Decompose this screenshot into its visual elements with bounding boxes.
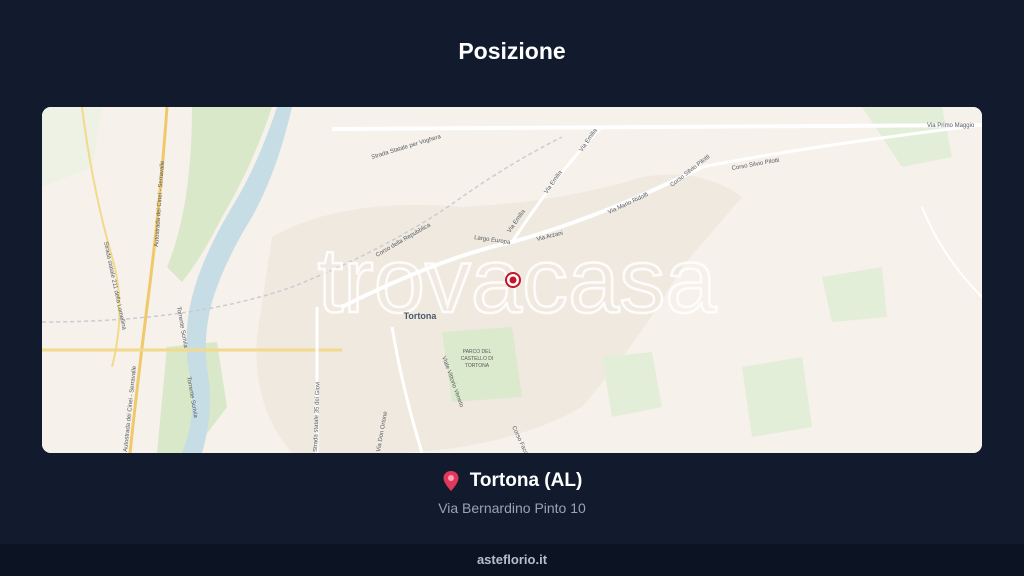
map-marker-icon[interactable] (505, 272, 521, 288)
location-name: Tortona (AL) (469, 470, 583, 491)
park-label: TORTONA (465, 363, 490, 369)
map-canvas[interactable]: trovacasa Strada Statale per Voghera Cor… (42, 107, 982, 453)
location-address: Via Bernardino Pinto 10 (438, 500, 586, 516)
road-label: Via Primo Maggio (927, 123, 975, 129)
green-area (602, 352, 662, 417)
map-view[interactable]: trovacasa Strada Statale per Voghera Cor… (42, 107, 982, 453)
footer-site: asteflorio.it (476, 552, 548, 567)
park-label: PARCO DEL (463, 349, 492, 355)
pin-icon (443, 471, 459, 491)
location-heading: Tortona (AL) (0, 470, 1024, 492)
page-title: Posizione (458, 38, 566, 64)
park-label: CASTELLO DI (461, 356, 494, 362)
city-label: Tortona (404, 311, 438, 321)
footer: asteflorio.it (0, 544, 1024, 576)
green-area (742, 357, 812, 437)
